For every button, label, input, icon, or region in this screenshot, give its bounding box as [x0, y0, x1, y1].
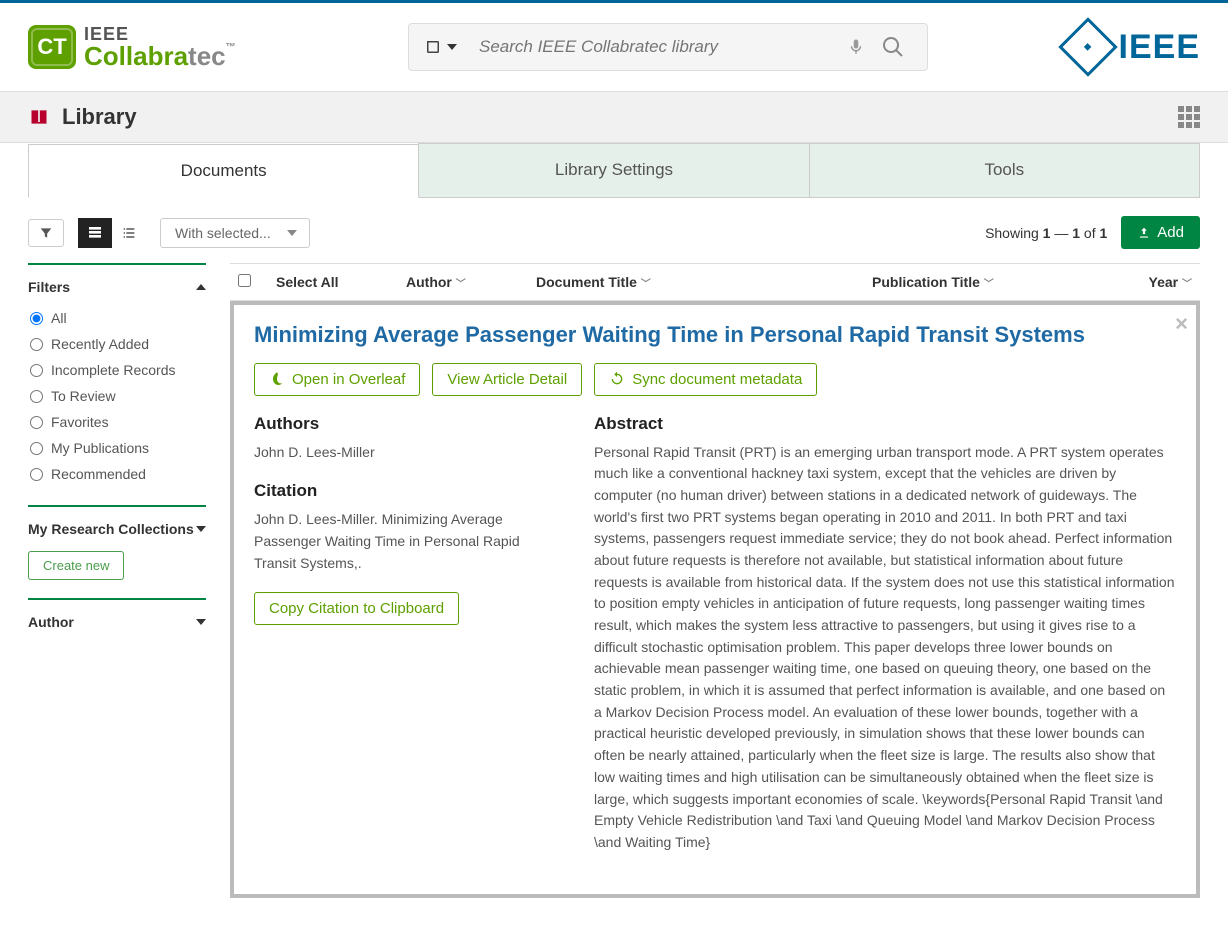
chevron-up-icon: [196, 284, 206, 290]
apps-grid-icon[interactable]: [1178, 106, 1200, 128]
filter-all[interactable]: All: [28, 305, 206, 331]
filter-incomplete[interactable]: Incomplete Records: [28, 357, 206, 383]
search-icon[interactable]: [873, 35, 913, 59]
mic-icon[interactable]: [839, 36, 873, 58]
table-header: Select All Author ﹀ Document Title ﹀ Pub…: [230, 263, 1200, 301]
chevron-down-icon: [196, 526, 206, 532]
search-input[interactable]: [471, 37, 839, 57]
overleaf-icon: [269, 371, 285, 387]
filter-recently-added[interactable]: Recently Added: [28, 331, 206, 357]
authors-value: John D. Lees-Miller: [254, 442, 554, 464]
filter-toggle-button[interactable]: [28, 219, 64, 247]
upload-icon: [1137, 226, 1151, 240]
filter-to-review[interactable]: To Review: [28, 383, 206, 409]
copy-citation-button[interactable]: Copy Citation to Clipboard: [254, 592, 459, 625]
tabs: Documents Library Settings Tools: [28, 143, 1200, 198]
sync-metadata-button[interactable]: Sync document metadata: [594, 363, 817, 396]
author-section: Author: [28, 598, 206, 640]
logo-collabratec[interactable]: CT IEEE Collabratec™: [28, 25, 388, 69]
sidebar: Filters All Recently Added Incomplete Re…: [28, 263, 206, 898]
tab-documents[interactable]: Documents: [28, 144, 419, 198]
add-button[interactable]: Add: [1121, 216, 1200, 249]
th-publication-title[interactable]: Publication Title ﹀: [872, 274, 1112, 290]
table-icon: [86, 225, 104, 241]
filter-recommended[interactable]: Recommended: [28, 461, 206, 487]
filter-my-publications[interactable]: My Publications: [28, 435, 206, 461]
th-document-title[interactable]: Document Title ﹀: [536, 274, 852, 290]
chevron-down-icon: [196, 619, 206, 625]
book-icon: [423, 38, 443, 56]
authors-heading: Authors: [254, 414, 554, 434]
citation-value: John D. Lees-Miller. Minimizing Average …: [254, 509, 554, 574]
filters-header[interactable]: Filters: [28, 275, 206, 305]
abstract-heading: Abstract: [594, 414, 1176, 434]
logo-badge-icon: CT: [28, 25, 76, 69]
document-detail-panel: × Minimizing Average Passenger Waiting T…: [230, 301, 1200, 898]
list-icon: [120, 225, 138, 241]
close-icon[interactable]: ×: [1175, 311, 1188, 337]
page-title: Library: [62, 104, 137, 130]
open-in-overleaf-button[interactable]: Open in Overleaf: [254, 363, 420, 396]
toolbar: With selected... Showing 1 — 1 of 1 Add: [28, 198, 1200, 263]
ieee-diamond-icon: ◆: [1058, 17, 1117, 76]
select-all-label[interactable]: Select All: [276, 274, 386, 290]
header: CT IEEE Collabratec™ ◆ IEEE: [0, 3, 1228, 91]
collections-header[interactable]: My Research Collections: [28, 517, 206, 547]
documents-area: Select All Author ﹀ Document Title ﹀ Pub…: [230, 263, 1200, 898]
view-toggle: [78, 218, 146, 248]
funnel-icon: [39, 226, 53, 240]
with-selected-dropdown[interactable]: With selected...: [160, 218, 310, 248]
showing-count: Showing 1 — 1 of 1: [985, 225, 1107, 241]
grid-view-button[interactable]: [78, 218, 112, 248]
view-article-detail-button[interactable]: View Article Detail: [432, 363, 582, 396]
logo-collabratec-text: Collabratec™: [84, 43, 236, 69]
select-all-checkbox[interactable]: [238, 274, 251, 287]
tab-tools[interactable]: Tools: [809, 143, 1200, 197]
library-book-icon: [28, 107, 50, 127]
ieee-logo-text: IEEE: [1119, 28, 1200, 67]
filter-favorites[interactable]: Favorites: [28, 409, 206, 435]
sync-icon: [609, 371, 625, 387]
th-author[interactable]: Author ﹀: [406, 274, 516, 290]
search-category-dropdown[interactable]: [423, 38, 471, 56]
filters-section: Filters All Recently Added Incomplete Re…: [28, 263, 206, 487]
list-view-button[interactable]: [112, 218, 146, 248]
search-bar: [408, 23, 928, 71]
tab-library-settings[interactable]: Library Settings: [418, 143, 809, 197]
document-title[interactable]: Minimizing Average Passenger Waiting Tim…: [254, 321, 1176, 349]
abstract-value: Personal Rapid Transit (PRT) is an emerg…: [594, 442, 1176, 854]
create-collection-button[interactable]: Create new: [28, 551, 124, 580]
ieee-logo[interactable]: ◆ IEEE: [1067, 26, 1200, 68]
citation-heading: Citation: [254, 481, 554, 501]
th-year[interactable]: Year ﹀: [1132, 274, 1192, 290]
collections-section: My Research Collections Create new: [28, 505, 206, 580]
author-filter-header[interactable]: Author: [28, 610, 206, 640]
subheader: Library: [0, 91, 1228, 143]
